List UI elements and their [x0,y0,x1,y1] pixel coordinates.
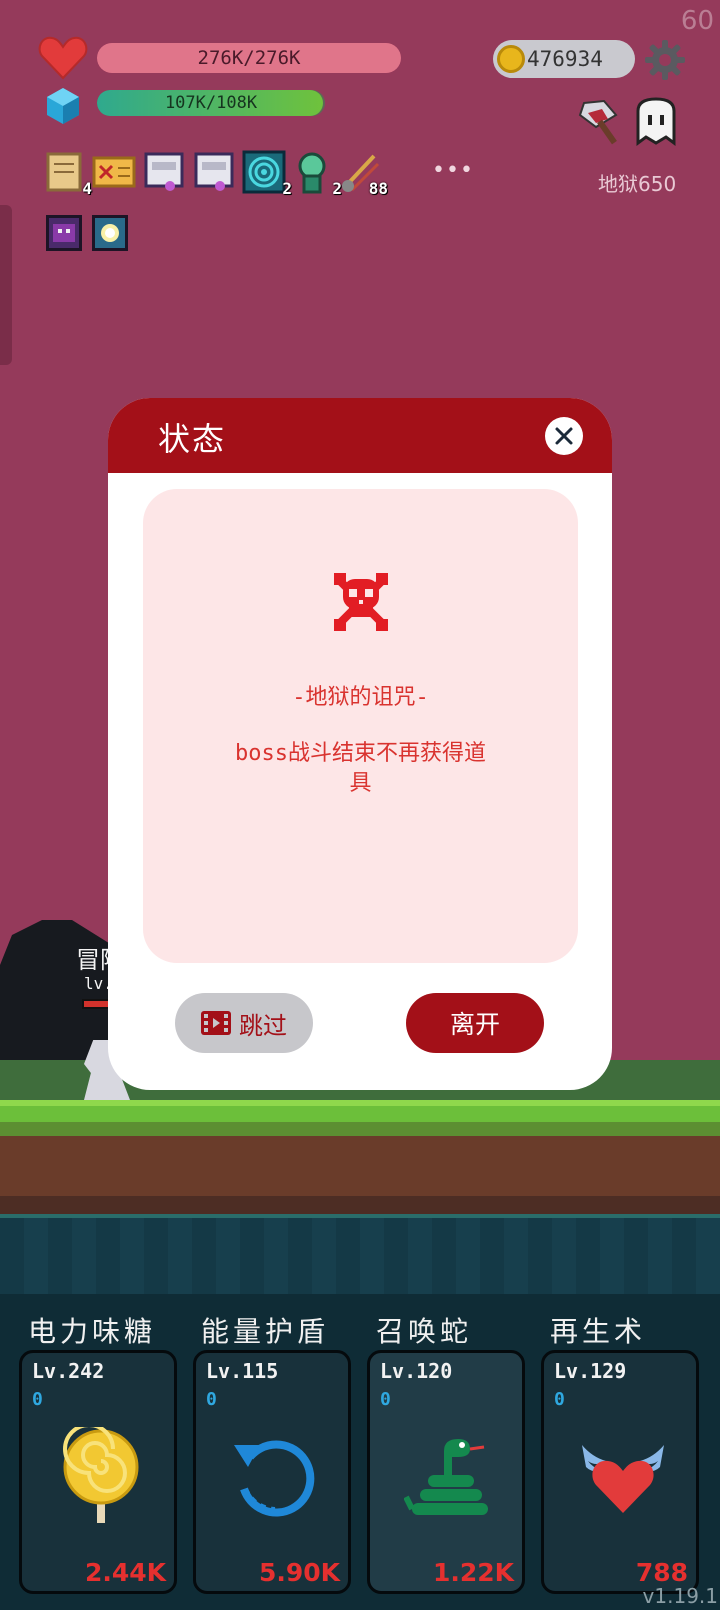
dialog-title: 状态 [158,420,227,458]
dialog-header: 状态 [108,398,612,473]
close-button[interactable] [545,417,583,455]
curse-description: boss战斗结束不再获得道具 [235,741,486,796]
curse-title: -地狱的诅咒- [292,685,429,710]
skip-button[interactable]: 跳过 [175,993,313,1053]
close-icon [555,427,573,445]
curse-panel: -地狱的诅咒- boss战斗结束不再获得道具 [143,489,578,963]
video-icon [201,1011,231,1035]
status-dialog: 状态 -地狱的诅咒- boss战斗结束不再获得道具 跳过 离开 [108,398,612,1090]
skip-label: 跳过 [239,1011,287,1040]
leave-button[interactable]: 离开 [406,993,544,1053]
skull-crossbones-icon [334,573,388,631]
